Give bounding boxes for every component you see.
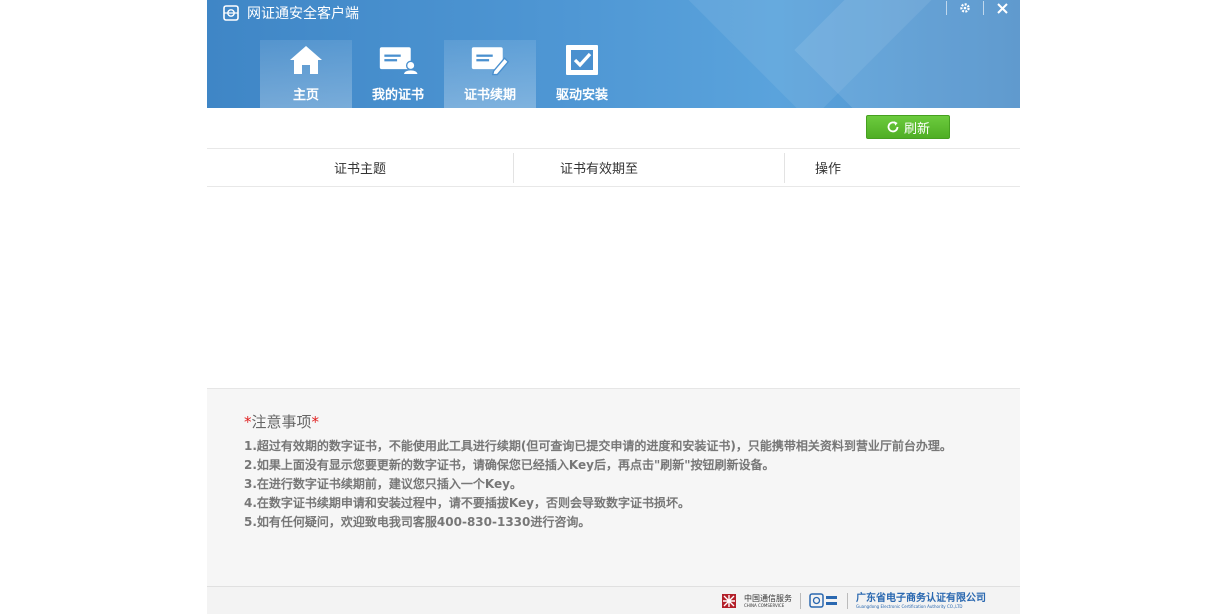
app-window: 网证通安全客户端 主页 我的证书 证书续期 驱动安装 刷新 证书主题 证书有效期… (207, 0, 1020, 614)
tab-driver-install[interactable]: 驱动安装 (536, 40, 628, 108)
netca-logo-icon (809, 593, 837, 608)
footer: 中国通信服务 CHINA COMSERVICE 广东省电子商务认证有限公司 Gu… (207, 586, 1020, 614)
required-star: * (244, 413, 252, 431)
notes-panel: *注意事项* 1.超过有效期的数字证书，不能使用此工具进行续期(但可查询已提交申… (207, 388, 1020, 587)
gdca-logo: 广东省电子商务认证有限公司 Guangdong Electronic Certi… (856, 592, 986, 609)
logo-text: 中国通信服务 (744, 594, 792, 603)
china-comservice-logo: 中国通信服务 CHINA COMSERVICE (744, 594, 792, 608)
certificate-table-header: 证书主题 证书有效期至 操作 (207, 148, 1020, 187)
note-item: 2.如果上面没有显示您要更新的数字证书，请确保您已经插入Key后，再点击"刷新"… (244, 458, 775, 472)
app-logo-icon (223, 5, 239, 21)
logo-subtext: Guangdong Electronic Certification Autho… (856, 603, 963, 609)
toolbar: 刷新 (207, 108, 1020, 148)
checkbox-install-icon (566, 45, 598, 75)
tab-label: 驱动安装 (555, 88, 608, 103)
column-header-subject: 证书主题 (333, 162, 386, 177)
certificate-user-icon (379, 47, 418, 76)
app-title: 网证通安全客户端 (247, 6, 359, 22)
notes-list: 1.超过有效期的数字证书，不能使用此工具进行续期(但可查询已提交申请的进度和安装… (244, 437, 952, 532)
logo-text: 广东省电子商务认证有限公司 (856, 592, 986, 604)
column-header-action: 操作 (814, 162, 841, 177)
refresh-label: 刷新 (903, 121, 930, 137)
tab-label: 主页 (292, 88, 319, 103)
refresh-icon (887, 121, 899, 133)
tab-label: 我的证书 (371, 88, 424, 103)
partner-logos: 中国通信服务 CHINA COMSERVICE 广东省电子商务认证有限公司 Gu… (722, 591, 986, 611)
certificate-renew-icon (471, 47, 510, 76)
note-item: 3.在进行数字证书续期前，建议您只插入一个Key。 (244, 477, 522, 491)
tab-certificate-renewal[interactable]: 证书续期 (444, 40, 536, 108)
china-comservice-logo-icon (722, 594, 736, 608)
title-bar: 网证通安全客户端 (223, 3, 359, 23)
close-icon (996, 2, 1008, 14)
divider (847, 593, 848, 609)
certificate-table-body (207, 188, 1020, 388)
tab-home[interactable]: 主页 (260, 40, 352, 108)
header-banner: 网证通安全客户端 主页 我的证书 证书续期 驱动安装 (207, 0, 1020, 108)
notes-title-text: 注意事项 (251, 413, 312, 431)
nav-tabs: 主页 我的证书 证书续期 驱动安装 (260, 40, 628, 108)
refresh-button[interactable]: 刷新 (866, 115, 950, 139)
tab-my-certificates[interactable]: 我的证书 (352, 40, 444, 108)
settings-button[interactable] (947, 0, 983, 16)
required-star: * (311, 413, 320, 431)
note-item: 4.在数字证书续期申请和安装过程中，请不要插拔Key，否则会导致数字证书损坏。 (244, 496, 690, 510)
column-header-expiry: 证书有效期至 (559, 162, 638, 177)
note-item: 5.如有任何疑问，欢迎致电我司客服400-830-1330进行咨询。 (244, 515, 591, 529)
notes-title: *注意事项* (244, 411, 319, 432)
gear-icon (960, 3, 970, 13)
close-button[interactable] (984, 0, 1020, 16)
window-controls (946, 0, 1020, 16)
logo-subtext: CHINA COMSERVICE (744, 603, 785, 608)
note-item: 1.超过有效期的数字证书，不能使用此工具进行续期(但可查询已提交申请的进度和安装… (244, 439, 952, 453)
home-icon (290, 46, 322, 74)
divider (800, 593, 801, 609)
tab-label: 证书续期 (463, 88, 516, 103)
